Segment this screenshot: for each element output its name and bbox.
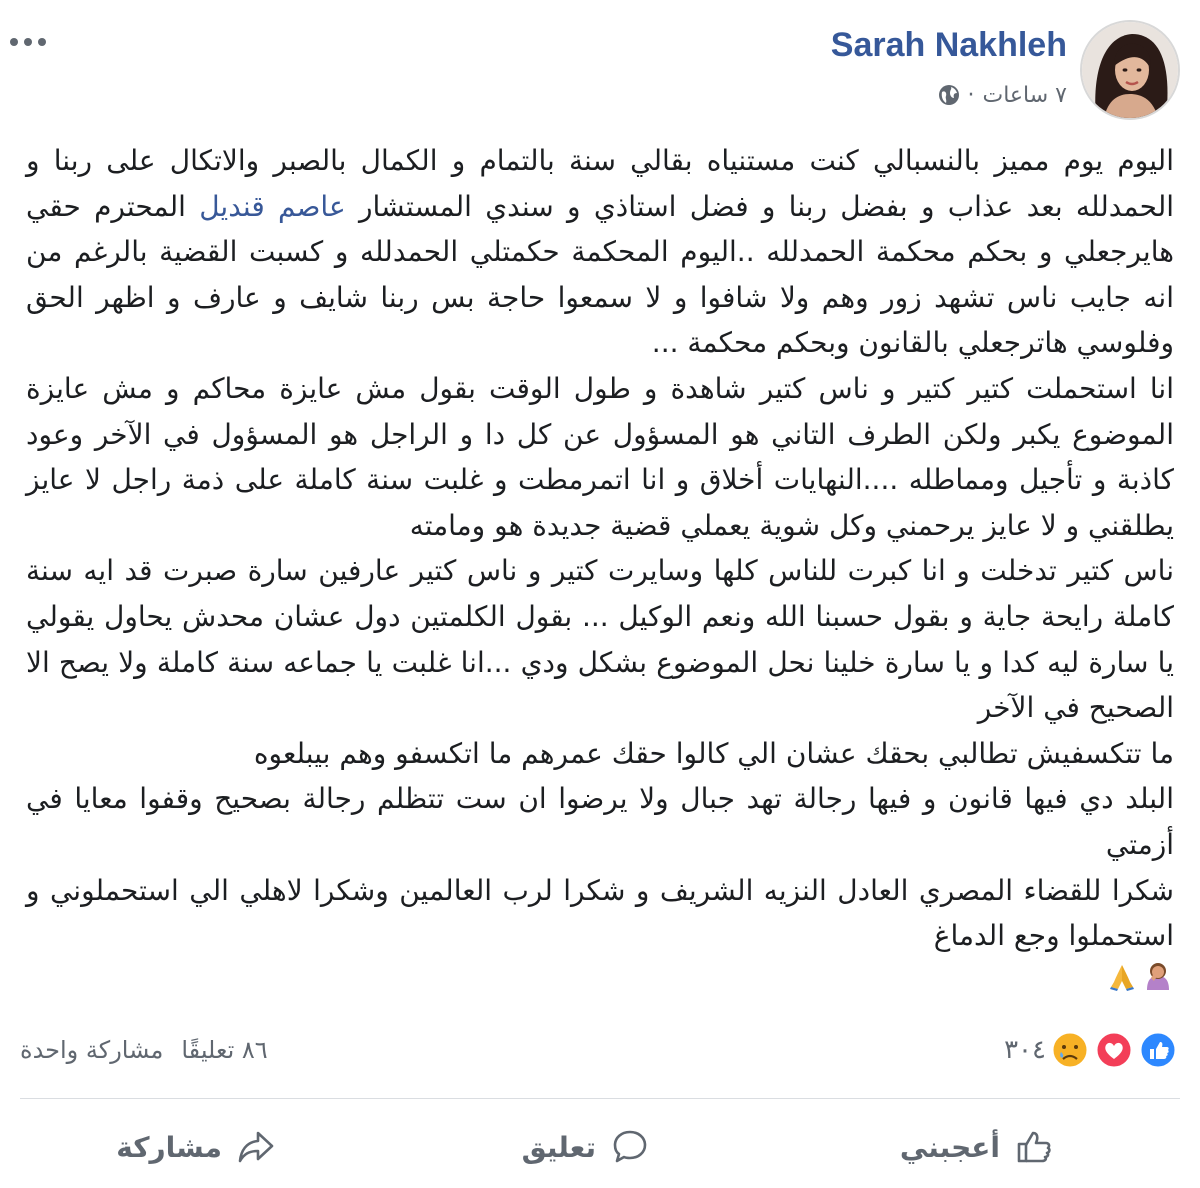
more-options-button[interactable] [10, 30, 54, 54]
globe-icon[interactable] [938, 84, 960, 106]
avatar[interactable] [1082, 22, 1178, 118]
thumbs-up-icon [1017, 1131, 1051, 1163]
like-icon [1138, 1030, 1178, 1070]
author-name[interactable]: Sarah Nakhleh [831, 26, 1067, 65]
post-paragraph: اليوم يوم مميز بالنسبالي كنت مستنياه بقا… [26, 138, 1174, 366]
comments-count[interactable]: ٨٦ تعليقًا [181, 1030, 267, 1070]
post-paragraph: البلد دي فيها قانون و فيها رجالة تهد جبا… [26, 782, 1174, 861]
divider [20, 1098, 1180, 1099]
post-paragraph: شكرا للقضاء المصري العادل النزيه الشريف … [26, 873, 1174, 953]
reaction-icons[interactable] [1050, 1030, 1180, 1070]
meta-separator: · [967, 82, 975, 108]
post-paragraph: انا استحملت كتير كتير و ناس كتير شاهدة و… [26, 371, 1174, 542]
post-text: اليوم يوم مميز بالنسبالي كنت مستنياه بقا… [26, 138, 1174, 1005]
like-label: أعجبني [899, 1130, 1000, 1164]
sad-icon [1050, 1030, 1090, 1070]
share-icon [238, 1131, 274, 1163]
profile-photo [1082, 22, 1178, 118]
love-icon [1094, 1030, 1134, 1070]
post-emoji-line [26, 959, 1174, 1006]
post-time[interactable]: ٧ ساعات [983, 83, 1068, 108]
like-button[interactable]: أعجبني [900, 1122, 1054, 1172]
post-paragraph: ناس كتير تدخلت و انا كبرت للناس كلها وسا… [26, 554, 1174, 725]
shares-count[interactable]: مشاركة واحدة [20, 1030, 163, 1070]
share-button[interactable]: مشاركة [116, 1122, 276, 1172]
share-label: مشاركة [116, 1130, 222, 1164]
dot [38, 38, 46, 46]
comment-label: تعليق [521, 1130, 596, 1164]
comment-icon [613, 1130, 647, 1163]
comment-button[interactable]: تعليق [522, 1122, 650, 1172]
folded-hands-icon [1106, 960, 1138, 1006]
woman-facepalming-icon [1142, 960, 1174, 1006]
reaction-count[interactable]: ٣٠٤ [1004, 1030, 1046, 1070]
mention-link[interactable]: عاصم قنديل [199, 190, 345, 223]
dot [24, 38, 32, 46]
facebook-post: Sarah Nakhleh ٧ ساعات · اليوم يوم مميز ب… [0, 0, 1200, 1188]
dot [10, 38, 18, 46]
post-stats: ٨٦ تعليقًا مشاركة واحدة [20, 1030, 268, 1070]
post-meta: ٧ ساعات · [938, 80, 1068, 110]
post-paragraph: ما تتكسفيش تطالبي بحقك عشان الي كالوا حق… [253, 736, 1174, 770]
